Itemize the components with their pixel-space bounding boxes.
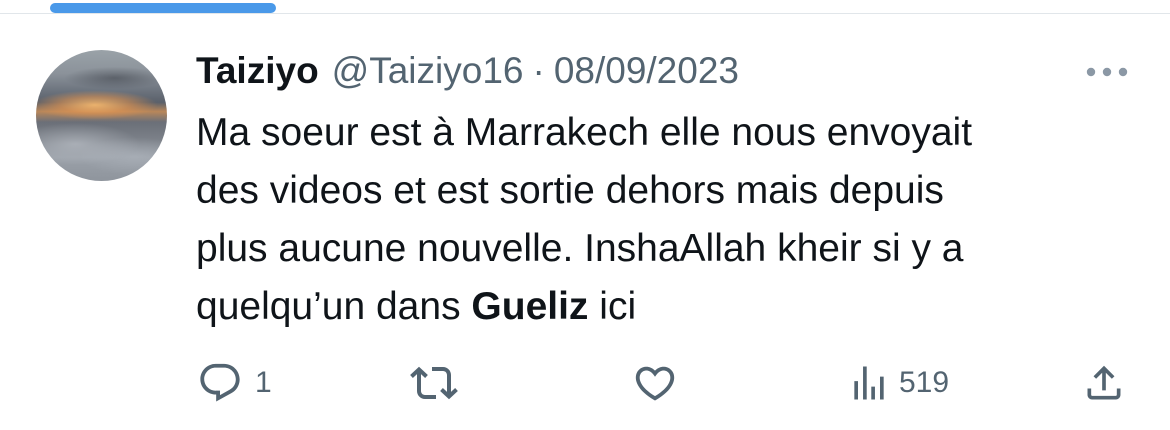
tweet-header: Taiziyo @Taiziyo16 · 08/09/2023 — [196, 47, 739, 95]
views-button[interactable]: 519 — [847, 355, 949, 411]
reply-icon — [200, 363, 240, 402]
heart-icon — [635, 366, 675, 401]
tweet-text-line: quelqu’un dans Gueliz ici — [196, 278, 1156, 336]
more-button[interactable] — [1082, 58, 1132, 86]
tweet-text-line: des videos et est sortie dehors mais dep… — [196, 169, 944, 212]
tweet-text-segment: ici — [588, 285, 637, 328]
tweet-text: Ma soeur est à Marrakech elle nous envoy… — [196, 104, 1156, 336]
tweet-date[interactable]: 08/09/2023 — [554, 50, 739, 92]
avatar[interactable] — [36, 50, 167, 181]
action-bar: 1 519 — [0, 355, 1170, 411]
more-horizontal-icon — [1086, 67, 1128, 77]
tweet-text-segment: quelqu’un dans — [196, 285, 472, 328]
views-count: 519 — [899, 366, 950, 399]
tweet-text-line: plus aucune nouvelle. InshaAllah kheir s… — [196, 227, 964, 270]
retweet-button[interactable] — [410, 355, 458, 411]
display-name[interactable]: Taiziyo — [196, 50, 319, 92]
views-icon — [854, 366, 884, 400]
share-icon — [1087, 365, 1121, 400]
like-button[interactable] — [632, 355, 678, 411]
user-handle[interactable]: @Taiziyo16 — [332, 50, 524, 92]
retweet-icon — [410, 366, 458, 400]
tweet-text-line: Ma soeur est à Marrakech elle nous envoy… — [196, 111, 973, 154]
reply-count: 1 — [255, 366, 272, 399]
tab-indicator — [50, 3, 276, 13]
share-button[interactable] — [1082, 355, 1126, 411]
header-separator: · — [532, 50, 545, 91]
top-divider — [0, 13, 1170, 14]
reply-button[interactable]: 1 — [197, 355, 272, 411]
tweet-text-bold: Gueliz — [471, 285, 589, 328]
